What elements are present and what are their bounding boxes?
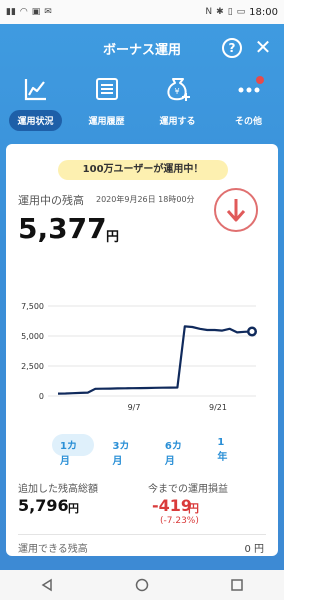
tab-bar: 運用状況 運用履歴 ¥ 運用する その他	[0, 74, 284, 150]
promo-banner: 100万ユーザーが運用中！	[58, 160, 228, 180]
tab-label: 運用履歴	[88, 117, 125, 127]
divider	[18, 534, 266, 535]
line-chart-icon	[21, 74, 51, 104]
period-1y[interactable]: 1年	[209, 434, 242, 463]
available-value: 0 円	[244, 544, 264, 555]
balance-label: 運用中の残高	[18, 194, 84, 207]
added-label: 追加した残高総額	[18, 484, 98, 495]
tab-history[interactable]: 運用履歴	[75, 74, 139, 131]
more-icon	[234, 74, 264, 104]
pl-unit: 円	[188, 502, 199, 515]
period-3m[interactable]: 3カ月	[104, 434, 146, 467]
balance-value: 5,377	[18, 212, 107, 245]
period-selector: 1カ月 3カ月 6カ月 1年	[52, 434, 242, 467]
x-tick-label: 9/21	[209, 403, 227, 412]
home-icon[interactable]	[133, 576, 151, 594]
balance-chart: 7,500 5,000 2,500 0 9/7 9/21	[21, 302, 257, 412]
tab-label: 運用する	[159, 117, 196, 127]
pl-label: 今までの運用損益	[148, 484, 228, 495]
y-tick-label: 7,500	[21, 302, 44, 311]
tab-other[interactable]: その他	[217, 74, 281, 131]
vibrate-icon: ▯	[227, 7, 233, 17]
signal-icon: ▮▮	[6, 7, 16, 17]
available-label: 運用できる残高	[18, 544, 88, 555]
last-point-inner	[249, 328, 255, 334]
balance-date: 2020年9月26日 18時00分	[96, 195, 195, 204]
period-1m[interactable]: 1カ月	[52, 434, 95, 467]
status-card: 100万ユーザーが運用中！ 運用中の残高 2020年9月26日 18時00分 5…	[6, 144, 278, 556]
pl-percent: (-7.23%)	[160, 516, 199, 526]
list-icon	[92, 74, 122, 104]
down-arrow-icon	[214, 188, 258, 232]
battery-icon: ▭	[236, 7, 246, 17]
wifi-icon: ◠	[19, 7, 28, 17]
help-button[interactable]: ?	[222, 38, 242, 58]
svg-text:¥: ¥	[174, 87, 179, 96]
tab-status[interactable]: 運用状況	[4, 74, 68, 131]
app-body: ボーナス運用 ? ✕ 運用状況 運用履歴 ¥ 運用する その他 100万ユーザー…	[0, 24, 284, 570]
y-tick-label: 2,500	[21, 362, 44, 371]
clock: 18:00	[249, 6, 278, 18]
x-tick-label: 9/7	[128, 403, 141, 412]
y-tick-label: 5,000	[21, 332, 44, 341]
notification-icon: ▣	[31, 7, 41, 17]
added-value: 5,796	[18, 496, 69, 515]
recents-icon[interactable]	[228, 576, 246, 594]
notification-badge	[255, 76, 264, 84]
tab-label: 運用状況	[9, 110, 62, 131]
status-bar: ▮▮ ◠ ▣ ✉ N ✱ ▯ ▭ 18:00	[0, 0, 284, 24]
system-nav-bar	[0, 570, 284, 600]
tab-label: その他	[234, 117, 262, 127]
page-title: ボーナス運用	[102, 42, 181, 58]
added-unit: 円	[68, 502, 79, 515]
pl-value: -419	[152, 496, 193, 515]
back-icon[interactable]	[38, 576, 56, 594]
y-tick-label: 0	[39, 392, 44, 401]
nfc-icon: N	[205, 7, 213, 17]
tab-invest[interactable]: ¥ 運用する	[146, 74, 210, 131]
balance-unit: 円	[106, 230, 120, 245]
message-icon: ✉	[44, 7, 52, 17]
close-button[interactable]: ✕	[252, 36, 274, 58]
period-6m[interactable]: 6カ月	[157, 434, 199, 467]
bluetooth-icon: ✱	[216, 7, 224, 17]
money-bag-plus-icon: ¥	[163, 74, 193, 104]
